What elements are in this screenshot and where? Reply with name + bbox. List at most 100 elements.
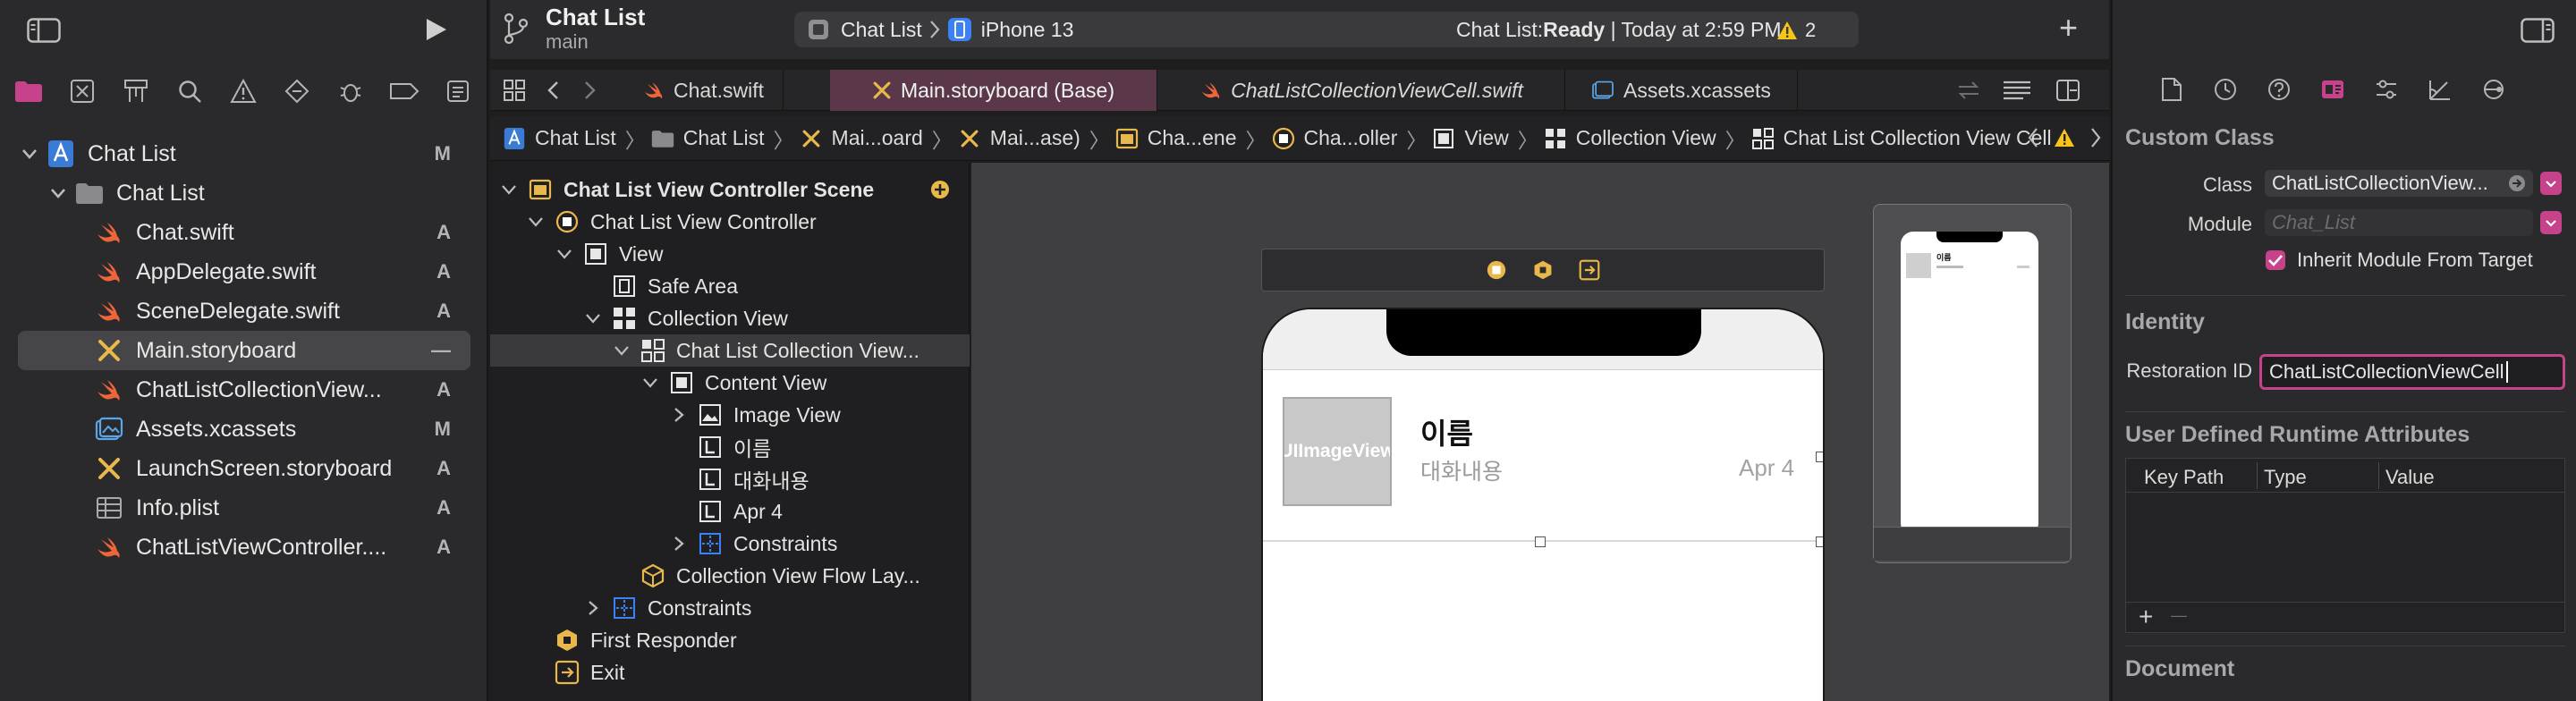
- run-button[interactable]: [422, 16, 449, 43]
- outline-row-safe-area[interactable]: Safe Area: [490, 270, 970, 302]
- tree-item-folder[interactable]: Chat List: [18, 173, 470, 213]
- add-library-button[interactable]: +: [2059, 12, 2078, 44]
- search-icon[interactable]: [174, 75, 206, 107]
- tree-item-file[interactable]: Assets.xcassets M: [18, 410, 470, 449]
- inherit-module-checkbox[interactable]: Inherit Module From Target: [2265, 249, 2533, 272]
- size-icon[interactable]: [2428, 77, 2453, 102]
- tree-item-file[interactable]: LaunchScreen.storyboard A: [18, 449, 470, 488]
- chevron-left-icon[interactable]: [2027, 127, 2039, 148]
- chevron-down-icon[interactable]: [18, 142, 41, 165]
- image-view[interactable]: UIImageView: [1283, 397, 1392, 506]
- outline-row-label[interactable]: Apr 4: [490, 495, 970, 528]
- module-dropdown-button[interactable]: [2540, 211, 2562, 234]
- identity-icon[interactable]: [2320, 77, 2345, 102]
- outline-row-content-view[interactable]: Content View: [490, 367, 970, 399]
- related-items-icon[interactable]: [1957, 80, 1980, 100]
- tree-item-file[interactable]: SceneDelegate.swift A: [18, 291, 470, 331]
- restoration-id-field[interactable]: ChatListCollectionViewCell: [2259, 354, 2565, 390]
- module-field[interactable]: Chat_List: [2265, 209, 2533, 236]
- warnings-indicator[interactable]: 2: [1776, 19, 1816, 42]
- debug-icon[interactable]: [335, 75, 367, 107]
- resize-handle[interactable]: [1535, 536, 1546, 547]
- outline-row-first-responder[interactable]: First Responder: [490, 624, 970, 656]
- chevron-down-icon[interactable]: [555, 244, 574, 264]
- jump-crumb[interactable]: Cha...oller 〉: [1272, 123, 1427, 154]
- inspector-toggle-icon[interactable]: [2521, 18, 2555, 43]
- resize-handle[interactable]: [1816, 536, 1823, 547]
- chevron-down-icon[interactable]: [612, 341, 631, 360]
- jump-crumb[interactable]: Chat List 〉: [503, 123, 646, 154]
- forward-arrow-icon[interactable]: [583, 80, 597, 100]
- help-icon[interactable]: [2267, 77, 2292, 102]
- tab-assets[interactable]: Assets.xcassets: [1565, 70, 1798, 111]
- test-icon[interactable]: [281, 75, 313, 107]
- jump-crumb[interactable]: View 〉: [1432, 123, 1538, 154]
- column-value[interactable]: Value: [2385, 466, 2435, 489]
- sidebar-toggle-icon[interactable]: [27, 18, 61, 43]
- tree-item-file[interactable]: ChatListCollectionView... A: [18, 370, 470, 410]
- outline-row-image-view[interactable]: Image View: [490, 399, 970, 431]
- chevron-down-icon[interactable]: [583, 308, 603, 328]
- tree-item-file[interactable]: ChatListViewController.... A: [18, 528, 470, 567]
- tab-chat-swift[interactable]: Chat.swift: [624, 70, 784, 111]
- back-arrow-icon[interactable]: [546, 80, 560, 100]
- outline-row-collection-view-cell[interactable]: Chat List Collection View...: [490, 334, 970, 367]
- issue-navigation[interactable]: [2027, 127, 2102, 148]
- tab-main-storyboard[interactable]: Main.storyboard (Base): [830, 70, 1157, 111]
- chevron-down-icon[interactable]: [499, 180, 519, 199]
- scheme-selector[interactable]: Chat List: [807, 18, 940, 42]
- view-controller-icon[interactable]: [1486, 259, 1507, 281]
- tab-cell-swift[interactable]: ChatListCollectionViewCell.swift: [1159, 70, 1565, 111]
- class-field[interactable]: ChatListCollectionView...: [2265, 170, 2533, 197]
- add-attribute-button[interactable]: +: [2139, 603, 2153, 631]
- grid-icon[interactable]: [503, 79, 526, 102]
- outline-row-flow-layout[interactable]: Collection View Flow Lay...: [490, 560, 970, 592]
- split-editor-icon[interactable]: [2055, 79, 2080, 102]
- outline-row-collection-view[interactable]: Collection View: [490, 302, 970, 334]
- date-label[interactable]: Apr 4: [1739, 454, 1794, 482]
- outline-row-label[interactable]: 대화내용: [490, 463, 970, 495]
- class-dropdown-button[interactable]: [2540, 172, 2562, 195]
- tree-item-file[interactable]: Chat.swift A: [18, 213, 470, 252]
- first-responder-icon[interactable]: [1532, 259, 1554, 281]
- chevron-down-icon[interactable]: [47, 182, 70, 205]
- name-label[interactable]: 이름: [1420, 411, 1473, 452]
- jump-crumb[interactable]: Mai...ase) 〉: [958, 123, 1110, 154]
- breakpoint-icon[interactable]: [388, 75, 420, 107]
- jump-crumb[interactable]: Chat List Collection View Cell: [1751, 126, 2052, 150]
- storyboard-canvas[interactable]: UIImageView 이름 대화내용 Apr 4 이름: [971, 163, 2109, 701]
- chevron-right-icon[interactable]: [669, 405, 689, 425]
- jump-crumb[interactable]: Mai...oard 〉: [800, 123, 953, 154]
- column-type[interactable]: Type: [2264, 466, 2307, 489]
- chevron-right-icon[interactable]: [669, 534, 689, 553]
- file-icon[interactable]: [2161, 77, 2182, 102]
- outline-row-view-controller[interactable]: Chat List View Controller: [490, 206, 970, 238]
- source-control-icon[interactable]: [66, 75, 98, 107]
- outline-row-scene[interactable]: Chat List View Controller Scene: [490, 173, 970, 206]
- remove-attribute-button[interactable]: —: [2171, 606, 2187, 625]
- jump-crumb[interactable]: Cha...ene 〉: [1115, 123, 1267, 154]
- chevron-right-icon[interactable]: [2089, 127, 2102, 148]
- chevron-down-icon[interactable]: [640, 373, 660, 393]
- resize-handle[interactable]: [1816, 452, 1823, 462]
- folder-icon[interactable]: [13, 75, 45, 107]
- report-icon[interactable]: [442, 75, 474, 107]
- scene-minimap[interactable]: 이름: [1873, 204, 2072, 563]
- symbol-icon[interactable]: [120, 75, 152, 107]
- history-icon[interactable]: [2213, 77, 2238, 102]
- collection-view-cell[interactable]: UIImageView 이름 대화내용 Apr 4: [1263, 370, 1823, 542]
- go-arrow-icon[interactable]: [2508, 174, 2526, 192]
- issue-icon[interactable]: [227, 75, 259, 107]
- message-label[interactable]: 대화내용: [1420, 454, 1503, 486]
- column-key-path[interactable]: Key Path: [2144, 466, 2224, 489]
- jump-crumb[interactable]: Chat List 〉: [651, 123, 794, 154]
- outline-row-label[interactable]: 이름: [490, 431, 970, 463]
- outline-row-constraints[interactable]: Constraints: [490, 592, 970, 624]
- tree-item-file-selected[interactable]: Main.storyboard —: [18, 331, 470, 370]
- chevron-down-icon[interactable]: [526, 212, 546, 232]
- tree-item-file[interactable]: Info.plist A: [18, 488, 470, 528]
- chevron-right-icon[interactable]: [583, 598, 603, 618]
- attributes-icon[interactable]: [2374, 77, 2399, 102]
- editor-options-icon[interactable]: [2002, 79, 2032, 102]
- connections-icon[interactable]: [2481, 77, 2506, 102]
